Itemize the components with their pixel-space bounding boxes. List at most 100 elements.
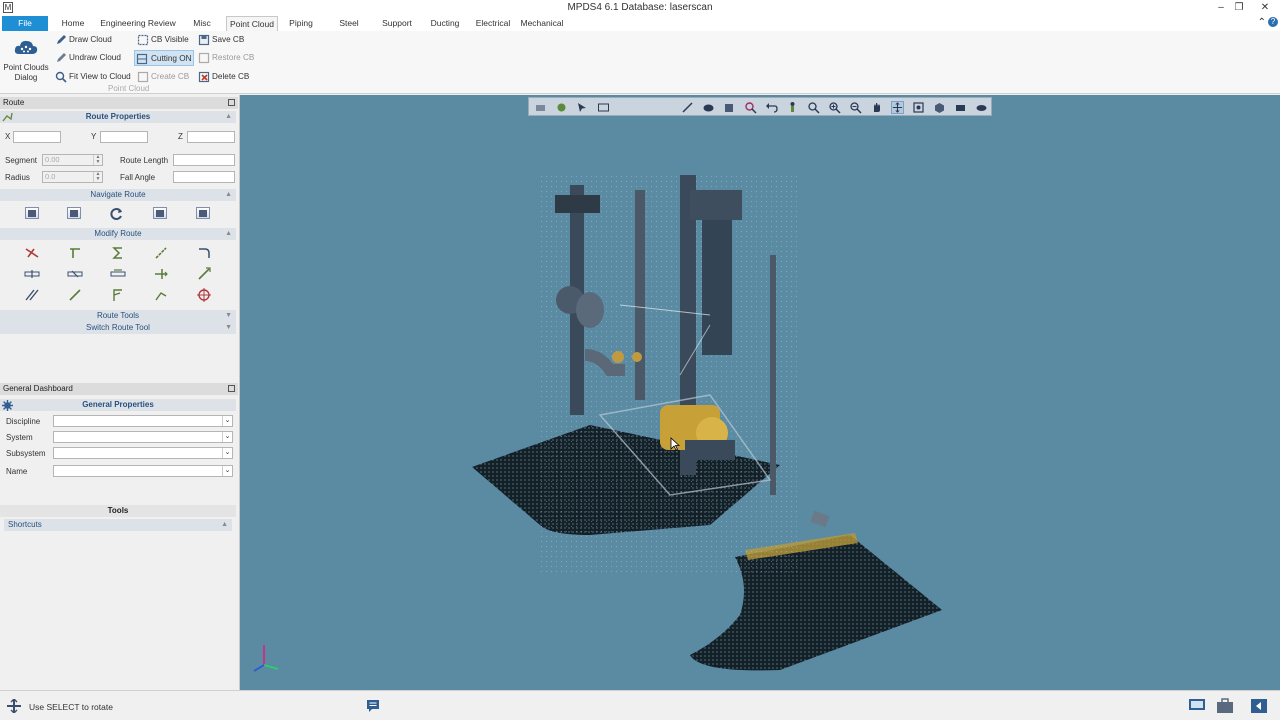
briefcase-icon[interactable] [1216,698,1234,714]
cb-visible-button[interactable]: CB Visible [136,32,189,48]
system-select[interactable]: ⌄ [53,431,233,443]
tools-header[interactable]: Tools [0,505,236,517]
expand-arrow-icon: ▼ [225,312,232,319]
segment-spinner-icon[interactable]: ▲ ▼ [93,155,102,165]
route-panel-header: Route [0,97,238,109]
collapse-arrow-icon: ▲ [225,191,232,198]
3d-viewport[interactable] [240,95,1280,690]
z-field[interactable] [187,131,235,143]
name-select[interactable]: ⌄ [53,465,233,477]
set-angle-icon[interactable] [110,266,126,282]
pencil-icon [57,35,66,44]
help-icon[interactable]: ? [1268,17,1278,27]
tab-electrical[interactable]: Electrical [472,16,514,31]
route-tools-header[interactable]: Route Tools ▼ [0,310,236,322]
undraw-cloud-button[interactable]: Undraw Cloud [54,50,121,66]
insert-node-icon[interactable] [67,245,83,261]
ribbon-group-label: Point Cloud [108,84,150,93]
tab-engineering-review[interactable]: Engineering Review [96,16,180,31]
ribbon-tabs: File Home Engineering Review Misc Point … [0,16,1280,31]
route-length-field[interactable] [173,154,235,166]
next-node-button[interactable] [153,207,167,219]
tab-steel[interactable]: Steel [333,16,365,31]
subsystem-select[interactable]: ⌄ [53,447,233,459]
axis-triad-icon [253,645,279,672]
collapse-ribbon-icon[interactable]: ⌃ [1258,17,1266,28]
fall-angle-label: Fall Angle [120,173,156,182]
cutting-on-toggle[interactable]: Cutting ON [134,50,194,66]
split-segment-icon[interactable] [24,266,40,282]
tab-piping[interactable]: Piping [283,16,319,31]
draw-cloud-label: Draw Cloud [69,35,112,44]
left-panel: Route Route Properties ▲ X Y Z Segment 0… [0,95,240,690]
fit-view-to-cloud-button[interactable]: Fit View to Cloud [54,69,131,85]
cutting-on-label: Cutting ON [151,54,192,63]
tab-file[interactable]: File [2,16,48,31]
segment-field[interactable]: 0.00 ▲ ▼ [42,154,103,166]
shortcuts-label: Shortcuts [8,520,42,529]
navigate-route-label: Navigate Route [90,190,146,199]
branch-route-icon[interactable] [110,287,126,303]
panel-pin-icon[interactable] [228,99,235,106]
collapse-arrow-icon: ▲ [225,113,232,120]
target-icon[interactable] [196,287,212,303]
segment-value: 0.00 [45,155,60,164]
extend-route-icon[interactable] [196,266,212,282]
undraw-cloud-label: Undraw Cloud [69,53,121,62]
route-properties-header[interactable]: Route Properties ▲ [0,111,236,123]
delete-cb-button[interactable]: Delete CB [197,69,249,85]
monitor-icon[interactable] [1188,698,1206,714]
restore-icon[interactable]: ❐ [1230,0,1248,15]
comment-icon[interactable] [366,699,380,713]
restore-cb-button[interactable]: Restore CB [197,50,254,66]
previous-node-button[interactable] [67,207,81,219]
delete-node-icon[interactable] [24,245,40,261]
point-clouds-dialog-button[interactable]: Point Clouds Dialog [0,37,52,83]
last-node-button[interactable] [196,207,210,219]
tab-misc[interactable]: Misc [186,16,218,31]
slope-line-icon[interactable] [153,245,169,261]
cb-visible-label: CB Visible [151,35,189,44]
tab-home[interactable]: Home [54,16,92,31]
fraction-length-icon[interactable] [67,266,83,282]
minimize-icon[interactable]: – [1212,0,1230,15]
radius-field[interactable]: 0.0 ▲ ▼ [42,171,103,183]
navigate-route-header[interactable]: Navigate Route ▲ [0,189,236,201]
eraser-pencil-icon [57,53,66,62]
restore-cb-label: Restore CB [212,53,255,62]
refresh-icon[interactable] [110,207,124,221]
radius-spinner-icon[interactable]: ▲ ▼ [93,172,102,182]
collapse-arrow-icon: ▲ [221,521,228,528]
y-field[interactable] [100,131,148,143]
close-icon[interactable]: ✕ [1256,0,1274,15]
draw-segment-icon[interactable] [67,287,83,303]
general-dashboard-title: General Dashboard [3,384,73,393]
next-node-icon [156,210,164,217]
sum-segments-icon[interactable] [110,245,126,261]
radius-bend-icon[interactable] [196,245,212,261]
fall-angle-field[interactable] [173,171,235,183]
first-node-button[interactable] [25,207,39,219]
x-field[interactable] [13,131,61,143]
mouse-cursor-icon [670,437,680,451]
connect-route-icon[interactable] [153,287,169,303]
discipline-label: Discipline [6,417,41,426]
tab-ducting[interactable]: Ducting [426,16,464,31]
title-bar: M MPDS4 6.1 Database: laserscan – ❐ ✕ [0,0,1280,16]
general-properties-header[interactable]: General Properties [0,399,236,411]
panel-pin-icon[interactable] [228,385,235,392]
tab-support[interactable]: Support [378,16,416,31]
tab-point-cloud[interactable]: Point Cloud [226,16,278,31]
modify-route-header[interactable]: Modify Route ▲ [0,228,236,240]
switch-route-tool-header[interactable]: Switch Route Tool ▼ [0,322,236,334]
discipline-select[interactable]: ⌄ [53,415,233,427]
shortcuts-header[interactable]: Shortcuts ▲ [4,519,232,531]
save-cb-button[interactable]: Save CB [197,32,244,48]
move-node-icon[interactable] [153,266,169,282]
draw-cloud-button[interactable]: Draw Cloud [54,32,112,48]
panel-toggle-icon[interactable] [1250,698,1268,714]
offset-route-icon[interactable] [24,287,40,303]
chevron-down-icon: ⌄ [222,432,232,442]
create-cb-button[interactable]: Create CB [136,69,189,85]
tab-mechanical[interactable]: Mechanical [518,16,566,31]
